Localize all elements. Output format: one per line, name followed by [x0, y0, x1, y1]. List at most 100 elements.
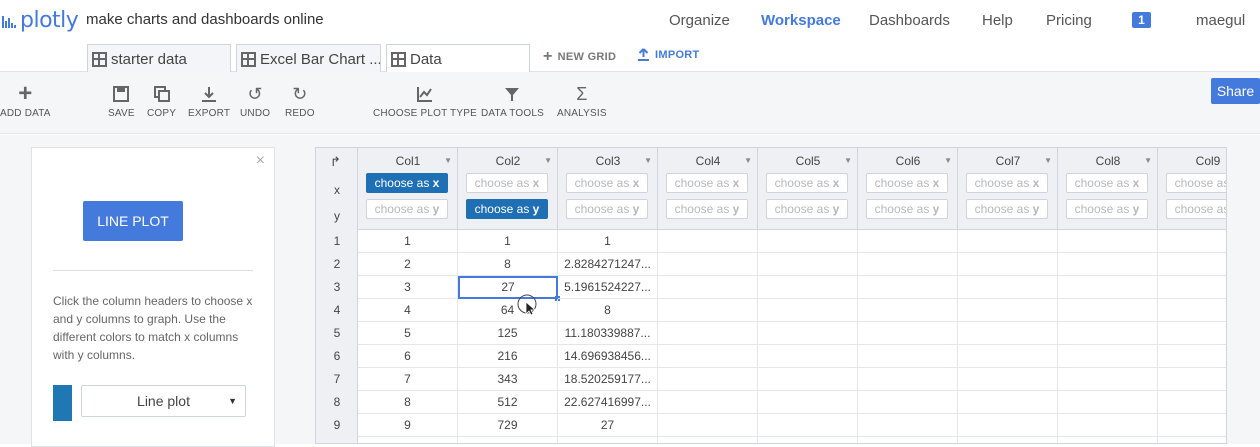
table-cell[interactable]: 2.8284271247... [558, 253, 658, 276]
table-cell[interactable]: 8 [458, 253, 558, 276]
table-cell[interactable] [358, 437, 458, 443]
choose-as-x-button[interactable]: choose as x [566, 173, 648, 193]
chevron-down-icon[interactable]: ▼ [544, 156, 552, 165]
redo-button[interactable]: ↻ REDO [285, 84, 315, 119]
table-cell[interactable] [1058, 230, 1158, 253]
table-cell[interactable] [1058, 299, 1158, 322]
table-cell[interactable] [658, 414, 758, 437]
column-header-col1[interactable]: Col1 ▼ choose as x choose as y [358, 148, 458, 230]
table-cell[interactable] [758, 276, 858, 299]
table-cell[interactable] [1158, 322, 1226, 345]
table-cell[interactable] [1058, 253, 1158, 276]
table-cell[interactable] [858, 230, 958, 253]
table-cell[interactable] [658, 276, 758, 299]
table-cell[interactable] [1058, 437, 1158, 443]
table-cell[interactable] [858, 299, 958, 322]
table-cell[interactable] [858, 322, 958, 345]
table-cell[interactable]: 1 [358, 230, 458, 253]
chevron-down-icon[interactable]: ▼ [944, 156, 952, 165]
table-cell[interactable] [958, 253, 1058, 276]
copy-button[interactable]: COPY [147, 84, 176, 119]
table-cell[interactable] [858, 391, 958, 414]
chevron-down-icon[interactable]: ▼ [744, 156, 752, 165]
table-cell[interactable] [958, 230, 1058, 253]
table-cell[interactable] [1058, 414, 1158, 437]
table-cell[interactable] [758, 414, 858, 437]
column-header-col9[interactable]: Col9▼choose as xchoose as y [1158, 148, 1226, 230]
column-header-col4[interactable]: Col4 ▼ choose as x choose as y [658, 148, 758, 230]
column-header-col3[interactable]: Col3 ▼ choose as x choose as y [558, 148, 658, 230]
table-cell[interactable]: 3 [358, 276, 458, 299]
table-cell[interactable]: 5.1961524227... [558, 276, 658, 299]
table-cell[interactable]: 64 [458, 299, 558, 322]
table-cell[interactable] [758, 322, 858, 345]
choose-as-y-button[interactable]: choose as y [566, 199, 648, 219]
chevron-down-icon[interactable]: ▼ [844, 156, 852, 165]
table-cell[interactable] [858, 414, 958, 437]
table-cell[interactable] [658, 253, 758, 276]
table-cell[interactable] [1158, 253, 1226, 276]
table-cell[interactable] [958, 391, 1058, 414]
nav-pricing[interactable]: Pricing [1046, 12, 1092, 29]
table-cell[interactable] [858, 345, 958, 368]
table-cell[interactable] [758, 299, 858, 322]
table-cell[interactable] [958, 299, 1058, 322]
table-cell[interactable] [858, 368, 958, 391]
table-cell[interactable]: 1 [458, 230, 558, 253]
table-cell[interactable]: 14.696938456... [558, 345, 658, 368]
data-tools-button[interactable]: DATA TOOLS [481, 84, 544, 119]
table-cell[interactable] [958, 437, 1058, 443]
table-cell[interactable]: 6 [358, 345, 458, 368]
table-cell[interactable] [758, 345, 858, 368]
table-cell[interactable] [1158, 368, 1226, 391]
table-cell[interactable]: 729 [458, 414, 558, 437]
table-cell[interactable] [658, 345, 758, 368]
tab-data[interactable]: Data [386, 44, 530, 73]
table-cell[interactable] [1158, 391, 1226, 414]
table-cell[interactable]: 216 [458, 345, 558, 368]
choose-as-y-button[interactable]: choose as y [766, 199, 848, 219]
chevron-down-icon[interactable]: ▼ [1144, 156, 1152, 165]
table-cell[interactable] [658, 437, 758, 443]
table-cell[interactable] [758, 437, 858, 443]
choose-as-x-button[interactable]: choose as x [1166, 173, 1226, 193]
chevron-down-icon[interactable]: ▼ [644, 156, 652, 165]
table-cell[interactable] [1058, 322, 1158, 345]
choose-as-x-button[interactable]: choose as x [966, 173, 1048, 193]
table-cell[interactable]: 11.180339887... [558, 322, 658, 345]
trace-type-select[interactable]: Line plot ▼ [81, 385, 246, 417]
choose-as-x-button[interactable]: choose as x [766, 173, 848, 193]
table-cell[interactable]: 7 [358, 368, 458, 391]
close-icon[interactable]: × [256, 152, 265, 170]
choose-as-x-button[interactable]: choose as x [866, 173, 948, 193]
choose-as-y-button[interactable]: choose as y [666, 199, 748, 219]
line-plot-button[interactable]: LINE PLOT [83, 201, 183, 241]
table-cell[interactable] [658, 299, 758, 322]
table-cell[interactable] [558, 437, 658, 443]
nav-help[interactable]: Help [982, 12, 1013, 29]
table-cell[interactable]: 512 [458, 391, 558, 414]
table-cell[interactable] [1158, 345, 1226, 368]
column-header-col2[interactable]: Col2 ▼ choose as x choose as y [458, 148, 558, 230]
table-cell[interactable] [758, 230, 858, 253]
table-cell[interactable]: 22.627416997... [558, 391, 658, 414]
table-cell[interactable]: 8 [358, 391, 458, 414]
nav-workspace[interactable]: Workspace [761, 12, 841, 29]
table-cell[interactable]: 27 [558, 414, 658, 437]
choose-as-y-button[interactable]: choose as y [366, 199, 448, 219]
table-cell[interactable]: 125 [458, 322, 558, 345]
new-grid-button[interactable]: + NEW GRID [543, 48, 616, 66]
corner-arrow-icon[interactable]: ↱ [330, 154, 341, 170]
table-cell[interactable] [658, 230, 758, 253]
nav-dashboards[interactable]: Dashboards [869, 12, 950, 29]
notifications-badge[interactable]: 1 [1132, 12, 1151, 28]
table-cell[interactable] [958, 345, 1058, 368]
chevron-down-icon[interactable]: ▼ [1044, 156, 1052, 165]
table-cell[interactable] [1158, 437, 1226, 443]
table-cell[interactable] [758, 368, 858, 391]
undo-button[interactable]: ↺ UNDO [240, 84, 270, 119]
chevron-down-icon[interactable]: ▼ [444, 156, 452, 165]
choose-as-x-button[interactable]: choose as x [366, 173, 448, 193]
choose-as-y-button[interactable]: choose as y [466, 199, 548, 219]
user-menu[interactable]: maegul [1196, 12, 1245, 29]
